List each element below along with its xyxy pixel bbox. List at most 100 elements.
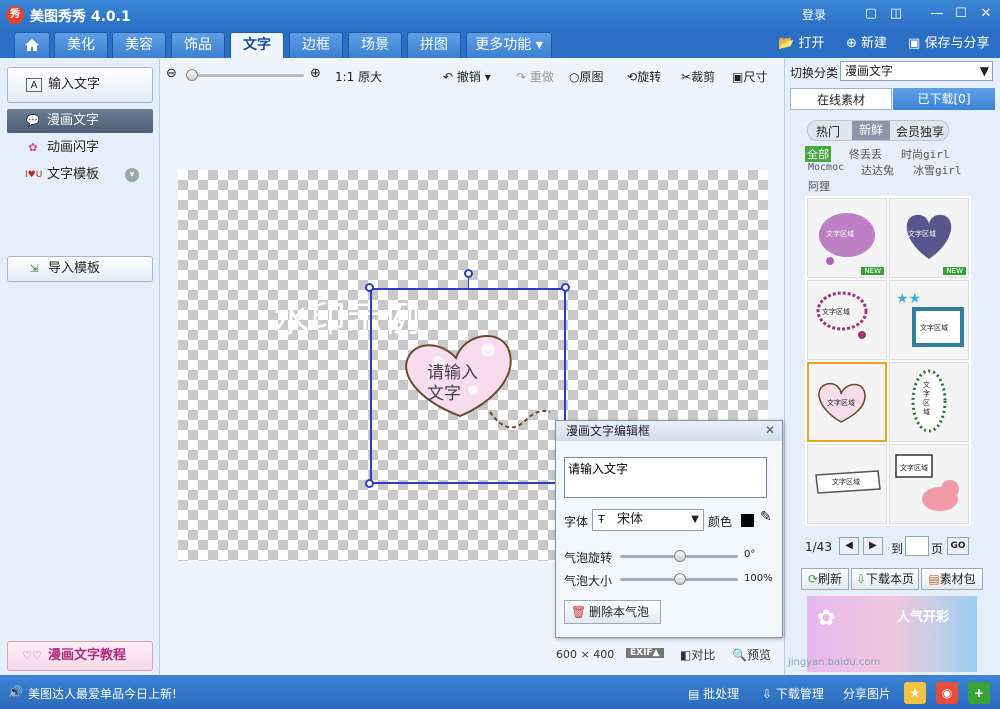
original-size-button[interactable]: 1:1 原大 [335,68,382,85]
teal-frame-bubble: ★★ [896,291,964,347]
batch-button[interactable]: ▤ 批处理 [688,685,739,702]
tag-mocmoc[interactable]: Mocmoc [808,162,844,173]
close-button[interactable]: ✕ [977,5,995,23]
home-tab[interactable] [14,32,50,58]
resize-handle-tr[interactable] [561,283,570,292]
tag-ice-girl[interactable]: 冰雪girl [913,162,962,178]
skin-icon[interactable]: ◫ [887,5,905,23]
tag-fashion-girl[interactable]: 时尚girl [901,146,950,162]
original-image-button[interactable]: ○原图 [569,68,604,85]
page-indicator: 1/43 [805,540,832,554]
thumb-label: 文字区域 [920,324,948,332]
material-thumb[interactable]: 文字区域 [807,444,887,524]
rotate-button[interactable]: ⟲旋转 [627,68,661,85]
maximize-button[interactable]: ☐ [952,5,970,23]
share-picture-button[interactable]: 分享图片 [843,685,891,702]
resize-handle-bl[interactable] [365,479,374,488]
tab-border[interactable]: 边框 [289,32,343,58]
folder-icon: 📂 [778,36,795,51]
material-thumb[interactable]: 文字区域 NEW [807,198,887,278]
tab-more-features[interactable]: 更多功能 ▾ [466,32,552,58]
material-thumb[interactable]: ★★ 文字区域 [889,280,969,360]
crop-button[interactable]: ✂裁剪 [681,68,715,85]
page-unit-label: 页 [931,542,944,556]
redo-button[interactable]: ↷ 重做 [516,68,554,85]
compare-label: 对比 [691,648,716,662]
add-icon[interactable]: + [968,682,990,704]
tab-beautify[interactable]: 美化 [54,32,108,58]
sidebar-item-text-template[interactable]: I♥U 文字模板 ▾ [7,163,153,187]
new-label: 新建 [861,36,888,51]
tab-downloaded[interactable]: 已下载[0] [893,88,995,110]
thumb-label: 文字区域 [923,381,930,416]
minimize-button[interactable]: — [928,5,946,23]
tab-text[interactable]: 文字 [230,32,284,58]
filter-group: 热门 新鲜 会员独享 [807,120,949,141]
tag-ali[interactable]: 阿狸 [808,178,830,194]
filter-vip[interactable]: 会员独享 [896,123,944,140]
resize-handle-tl[interactable] [365,283,374,292]
next-page-button[interactable]: ▶ [863,537,883,555]
category-select[interactable]: 漫画文字 ▼ [840,61,993,81]
download-icon: ⇩ [855,572,867,586]
bubble-rotate-knob[interactable] [674,550,686,562]
color-swatch[interactable] [741,514,754,527]
tag-tongdiudiu[interactable]: 佟丢丢 [849,146,882,162]
zoom-out-icon[interactable]: ⊖ [166,66,177,81]
news-ticker[interactable]: 美图达人最爱单品今日上新! [28,685,177,702]
app-logo-icon: 秀 [6,6,24,24]
sidebar-item-comic-text[interactable]: 💬 漫画文字 [7,109,153,133]
feedback-icon[interactable]: ▢ [862,5,880,23]
undo-button[interactable]: ↶ 撤销 ▾ [443,68,491,85]
go-button[interactable]: GO [947,537,969,555]
material-thumb[interactable]: 文字区域 [889,362,969,442]
compare-button[interactable]: ◧对比 [680,646,715,663]
tab-decoration[interactable]: 饰品 [171,32,225,58]
preview-button[interactable]: 🔍预览 [732,646,771,663]
material-thumb-selected[interactable]: 文字区域 [807,362,887,442]
bubble-text-input[interactable]: 请输入文字 [564,457,767,498]
refresh-button[interactable]: ⟳刷新 [801,568,849,590]
filter-fresh[interactable]: 新鲜 [852,121,890,140]
import-template-button[interactable]: ⇲ 导入模板 [7,256,153,282]
font-select[interactable]: Ŧ 宋体 ▼ [592,509,704,531]
zoom-slider[interactable] [186,74,304,77]
dialog-close-icon[interactable]: ✕ [765,423,775,437]
input-text-button[interactable]: A 输入文字 [7,67,153,103]
comic-tutorial-button[interactable]: ♡♡ 漫画文字教程 [7,641,153,671]
save-share-button[interactable]: ▣ 保存与分享 [908,34,989,54]
prev-page-button[interactable]: ◀ [839,537,859,555]
bubble-size-knob[interactable] [674,573,686,585]
selection-box[interactable] [370,288,566,484]
goto-label: 到 [891,542,904,556]
tab-online-materials[interactable]: 在线素材 [790,88,892,110]
login-link[interactable]: 登录 [802,6,826,23]
zoom-slider-knob[interactable] [186,69,198,81]
eyedropper-icon[interactable]: ✎ [760,509,772,525]
star-icon[interactable]: ★ [904,682,926,704]
open-button[interactable]: 📂 打开 [778,34,824,54]
page-input[interactable] [905,536,929,556]
sidebar-item-animated-text[interactable]: ✿ 动画闪字 [7,136,153,160]
rotate-icon: ⟲ [627,70,638,84]
tab-scene[interactable]: 场景 [348,32,402,58]
zoom-in-icon[interactable]: ⊕ [310,66,321,81]
exif-button[interactable]: EXIF▲ [626,648,664,658]
filter-hot[interactable]: 热门 [816,123,840,140]
tab-collage[interactable]: 拼图 [407,32,461,58]
tag-dadatu[interactable]: 达达兔 [861,162,894,178]
download-manager-button[interactable]: ⇩ 下载管理 [762,685,824,702]
material-thumb[interactable]: 文字区域 NEW [889,198,969,278]
material-pack-button[interactable]: ▤素材包 [921,568,983,590]
rotate-label: 旋转 [637,70,662,84]
expand-chevron-icon[interactable]: ▾ [125,168,139,182]
new-button[interactable]: ⊕ 新建 [846,34,887,54]
tab-beauty[interactable]: 美容 [112,32,166,58]
delete-bubble-button[interactable]: 🗑 删除本气泡 [564,600,661,624]
weibo-icon[interactable]: ◉ [936,682,958,704]
material-thumb[interactable]: 文字区域 [807,280,887,360]
tag-all[interactable]: 全部 [805,146,831,162]
resize-button[interactable]: ▣尺寸 [732,68,767,85]
download-page-button[interactable]: ⇩下载本页 [851,568,919,590]
material-thumb[interactable]: 文字区域 [889,444,969,524]
